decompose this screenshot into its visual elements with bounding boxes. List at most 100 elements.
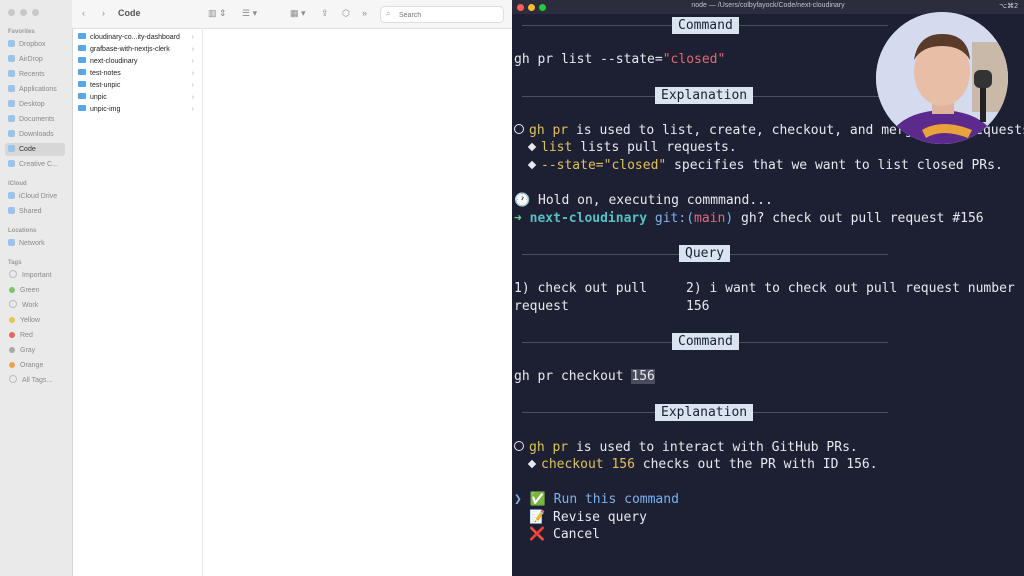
desktop-icon	[8, 100, 15, 107]
group-icon[interactable]: ▦ ▾	[290, 8, 306, 19]
tag-dot-icon	[9, 332, 15, 338]
file-row[interactable]: test-notes ›	[78, 68, 200, 79]
query-option-text: 2) i want to check out pull request numb…	[686, 281, 1015, 296]
menu-item-run[interactable]: ❯ ✅ Run this command	[514, 492, 679, 507]
explanation-text: checks out the PR with ID 156.	[634, 457, 878, 472]
finder-window: Favorites Dropbox AirDrop Recents Applic…	[0, 0, 512, 576]
tag-icon[interactable]: ⬡	[342, 8, 350, 19]
chevron-right-icon: ›	[191, 58, 194, 65]
sidebar-item-label: All Tags...	[22, 377, 53, 384]
column-view-icon[interactable]: ▥ ⇕	[208, 8, 227, 19]
menu-item-revise[interactable]: 📝 Revise query	[529, 510, 647, 525]
more-icon[interactable]: »	[362, 8, 367, 18]
back-icon[interactable]: ‹	[82, 8, 85, 18]
sidebar-item-recents[interactable]: Recents	[5, 68, 65, 81]
folder-icon	[78, 93, 86, 99]
share-icon[interactable]: ⇪	[321, 8, 329, 19]
airdrop-icon	[8, 55, 15, 62]
prompt-arrow-icon: ➜	[514, 211, 522, 226]
sidebar-item-label: Desktop	[19, 101, 45, 108]
command-header: Command	[672, 333, 739, 350]
sidebar-item-downloads[interactable]: Downloads	[5, 128, 65, 141]
sidebar-tag-orange[interactable]: Orange	[5, 359, 65, 372]
tag-dot-icon	[9, 300, 17, 308]
sidebar-item-shared[interactable]: Shared	[5, 205, 65, 218]
list-options-icon[interactable]: ☰ ▾	[242, 8, 257, 19]
folder-icon	[78, 57, 86, 63]
search-field[interactable]: ⌕	[380, 6, 504, 23]
icloud-header: iCloud	[8, 181, 27, 187]
minimize-window-button[interactable]	[20, 9, 27, 16]
sidebar-item-label: Green	[20, 287, 40, 294]
query-option-2[interactable]: 2) i want to check out pull request numb…	[686, 281, 1015, 296]
close-window-button[interactable]	[8, 9, 15, 16]
file-row[interactable]: next-cloudinary ›	[78, 56, 200, 67]
sidebar-item-desktop[interactable]: Desktop	[5, 98, 65, 111]
sidebar-all-tags[interactable]: All Tags...	[5, 374, 65, 387]
file-row[interactable]: unpic ›	[78, 92, 200, 103]
sidebar-tag-gray[interactable]: Gray	[5, 344, 65, 357]
file-name: unpic-img	[90, 106, 121, 113]
command-line[interactable]: gh pr checkout 156	[514, 369, 655, 384]
all-tags-icon	[9, 375, 17, 383]
circle-bullet-icon	[514, 441, 524, 451]
command-arg: "closed"	[662, 52, 726, 67]
query-option-1[interactable]: 1) check out pull	[514, 281, 647, 296]
chevron-right-icon: ›	[191, 106, 194, 113]
explanation-subline: checkout 156 checks out the PR with ID 1…	[527, 457, 878, 472]
sidebar-tag-yellow[interactable]: Yellow	[5, 314, 65, 327]
forward-icon[interactable]: ›	[102, 8, 105, 18]
sidebar-tag-green[interactable]: Green	[5, 284, 65, 297]
sidebar-item-airdrop[interactable]: AirDrop	[5, 53, 65, 66]
file-row[interactable]: unpic-img ›	[78, 104, 200, 115]
document-icon	[8, 115, 15, 122]
prompt-git-close: )	[725, 211, 734, 226]
menu-item-label: Cancel	[553, 527, 600, 542]
finder-toolbar: ‹ › Code ▥ ⇕ ☰ ▾ ▦ ▾ ⇪ ⬡ » ⌕	[72, 0, 512, 29]
sidebar-tag-work[interactable]: Work	[5, 299, 65, 312]
explanation-text: specifies that we want to list closed PR…	[666, 158, 1003, 173]
command-header: Command	[672, 17, 739, 34]
tags-header: Tags	[8, 260, 22, 266]
folder-icon	[8, 145, 15, 152]
explanation-header: Explanation	[655, 87, 754, 104]
clock-icon: 🕐	[514, 193, 531, 208]
file-name: grafbase-with-nextjs-clerk	[90, 46, 170, 53]
sidebar-item-documents[interactable]: Documents	[5, 113, 65, 126]
menu-item-cancel[interactable]: ❌ Cancel	[529, 527, 600, 542]
file-row[interactable]: cloudinary-co...ity-dashboard ›	[78, 32, 200, 43]
sidebar-item-creative-cloud[interactable]: Creative C...	[5, 158, 65, 171]
sidebar-item-icloud-drive[interactable]: iCloud Drive	[5, 190, 65, 203]
sidebar-item-network[interactable]: Network	[5, 237, 65, 250]
favorites-header: Favorites	[8, 29, 35, 35]
search-icon: ⌕	[386, 9, 391, 18]
prompt-git: git:(	[654, 211, 695, 226]
explanation-command: gh pr	[529, 440, 569, 455]
search-input[interactable]	[397, 8, 501, 22]
sidebar-item-code[interactable]: Code	[5, 143, 65, 156]
status-text: Hold on, executing commmand...	[538, 193, 773, 208]
file-row[interactable]: test-unpic ›	[78, 80, 200, 91]
locations-header: Locations	[8, 228, 37, 234]
sidebar-item-label: Downloads	[19, 131, 54, 138]
folder-icon	[78, 105, 86, 111]
terminal-shortcut: ⌥⌘2	[999, 3, 1018, 10]
checkmark-icon: ✅	[529, 492, 546, 507]
sidebar-item-label: Important	[22, 272, 52, 279]
file-row[interactable]: grafbase-with-nextjs-clerk ›	[78, 44, 200, 55]
download-icon	[8, 130, 15, 137]
sidebar-tag-red[interactable]: Red	[5, 329, 65, 342]
sidebar-item-dropbox[interactable]: Dropbox	[5, 38, 65, 51]
sidebar-item-applications[interactable]: Applications	[5, 83, 65, 96]
explanation-header: Explanation	[655, 404, 754, 421]
tag-dot-icon	[9, 317, 15, 323]
zoom-window-button[interactable]	[32, 9, 39, 16]
explanation-command: gh pr	[529, 123, 569, 138]
chevron-right-icon: ›	[191, 34, 194, 41]
command-line[interactable]: gh pr list --state="closed"	[514, 52, 725, 67]
query-option-text: 1) check out pull	[514, 281, 648, 296]
sidebar-tag-important[interactable]: Important	[5, 269, 65, 282]
sidebar-item-label: Dropbox	[19, 41, 46, 48]
folder-icon	[8, 160, 15, 167]
sidebar-item-label: AirDrop	[19, 56, 43, 63]
